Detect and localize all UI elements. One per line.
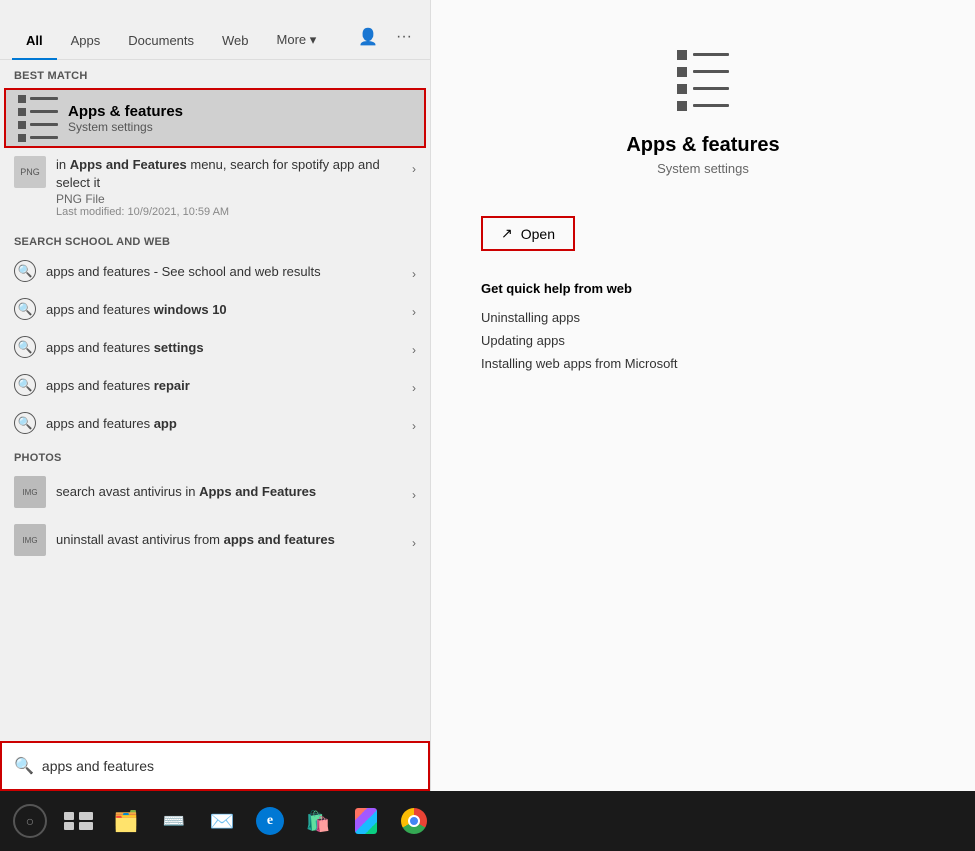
best-match-item[interactable]: Apps & features System settings [4,88,426,148]
png-file-icon: PNG [14,156,46,188]
photos-item-1-arrow[interactable]: › [412,482,416,502]
web-search-text-3: apps and features settings [46,340,402,355]
tab-all[interactable]: All [12,23,57,60]
open-button[interactable]: ↗ Open [481,216,575,251]
file-modified-label: Last modified: 10/9/2021, 10:59 AM [56,206,402,218]
edge-icon: e [256,807,284,835]
right-panel-top: Apps & features System settings [461,40,945,216]
file-result-main: in Apps and Features menu, search for sp… [56,156,402,192]
tabs-left: All Apps Documents Web More ▾ [12,22,330,59]
best-match-title: Apps & features [68,103,410,120]
search-circle-icon-4: 🔍 [14,374,36,396]
web-search-item-2[interactable]: 🔍 apps and features windows 10 › [0,290,430,328]
photos-text-2: uninstall avast antivirus from apps and … [56,531,402,549]
tab-web[interactable]: Web [208,23,263,60]
right-panel: Apps & features System settings ↗ Open G… [430,0,975,791]
photo-thumb-1: IMG [14,476,46,508]
search-circle-icon-5: 🔍 [14,412,36,434]
figma-button[interactable] [344,799,388,843]
search-popup: All Apps Documents Web More ▾ 👤 ··· Best… [0,0,430,791]
result-large-icon [663,40,743,120]
photos-item-2-arrow[interactable]: › [412,530,416,550]
search-school-label: Search school and web [0,226,430,252]
user-icon: 👤 [358,27,378,47]
best-match-text: Apps & features System settings [68,103,410,134]
tabs-area: All Apps Documents Web More ▾ 👤 ··· [0,0,430,60]
ellipsis-icon: ··· [396,28,412,46]
open-button-icon: ↗ [501,225,513,242]
store-button[interactable]: 🛍️ [296,799,340,843]
quick-link-installing[interactable]: Installing web apps from Microsoft [481,352,678,375]
file-explorer-button[interactable]: 🗂️ [104,799,148,843]
cortana-button[interactable]: ○ [8,799,52,843]
figma-icon [355,808,377,834]
search-input[interactable] [42,758,416,774]
file-type-label: PNG File [56,192,402,206]
file-result-text: in Apps and Features menu, search for sp… [56,156,402,218]
user-feedback-button[interactable]: 👤 [354,23,382,51]
best-match-label: Best match [0,60,430,88]
web-search-text-1: apps and features - See school and web r… [46,264,402,279]
web-item-5-arrow[interactable]: › [412,413,416,433]
mail-button[interactable]: ✉️ [200,799,244,843]
file-result-arrow[interactable]: › [412,156,416,176]
web-search-item-1[interactable]: 🔍 apps and features - See school and web… [0,252,430,290]
keyboard-icon: ⌨️ [163,811,185,832]
tab-documents[interactable]: Documents [114,23,208,60]
taskbar: ○ 🗂️ ⌨️ ✉️ e 🛍️ [0,791,975,851]
chevron-down-icon: ▾ [310,32,317,47]
photos-section-label: Photos [0,442,430,468]
keyboard-button[interactable]: ⌨️ [152,799,196,843]
more-options-button[interactable]: ··· [390,23,418,51]
edge-button[interactable]: e [248,799,292,843]
tab-more[interactable]: More ▾ [263,22,331,60]
task-view-icon [64,812,93,830]
left-panel: Best match [0,60,430,737]
photo-thumb-2: IMG [14,524,46,556]
apps-features-icon [20,100,56,136]
web-search-text-2: apps and features windows 10 [46,302,402,317]
web-search-item-3[interactable]: 🔍 apps and features settings › [0,328,430,366]
cortana-icon: ○ [13,804,47,838]
web-item-1-arrow[interactable]: › [412,261,416,281]
tab-apps[interactable]: Apps [57,23,115,60]
store-icon: 🛍️ [306,809,331,834]
result-subtitle: System settings [657,161,749,176]
search-circle-icon-3: 🔍 [14,336,36,358]
photos-item-2[interactable]: IMG uninstall avast antivirus from apps … [0,516,430,564]
search-bar-icon: 🔍 [14,756,34,776]
task-view-button[interactable] [56,799,100,843]
quick-link-uninstalling[interactable]: Uninstalling apps [481,306,580,329]
web-search-text-4: apps and features repair [46,378,402,393]
web-item-4-arrow[interactable]: › [412,375,416,395]
search-circle-icon-2: 🔍 [14,298,36,320]
web-search-item-5[interactable]: 🔍 apps and features app › [0,404,430,442]
chrome-icon [401,808,427,834]
web-item-2-arrow[interactable]: › [412,299,416,319]
chrome-button[interactable] [392,799,436,843]
web-item-3-arrow[interactable]: › [412,337,416,357]
photos-item-1[interactable]: IMG search avast antivirus in Apps and F… [0,468,430,516]
mail-icon: ✉️ [210,809,235,834]
quick-help-label: Get quick help from web [481,281,632,296]
best-match-subtitle: System settings [68,120,410,134]
quick-link-updating[interactable]: Updating apps [481,329,565,352]
file-result-item[interactable]: PNG in Apps and Features menu, search fo… [0,148,430,226]
tabs-right: 👤 ··· [354,23,418,59]
web-search-item-4[interactable]: 🔍 apps and features repair › [0,366,430,404]
search-circle-icon-1: 🔍 [14,260,36,282]
photos-text-1: search avast antivirus in Apps and Featu… [56,483,402,501]
file-explorer-icon: 🗂️ [114,809,139,834]
result-title: Apps & features [626,134,779,157]
right-panel-inner: ↗ Open Get quick help from web Uninstall… [461,216,945,375]
web-search-text-5: apps and features app [46,416,402,431]
search-bar: 🔍 [0,741,430,791]
